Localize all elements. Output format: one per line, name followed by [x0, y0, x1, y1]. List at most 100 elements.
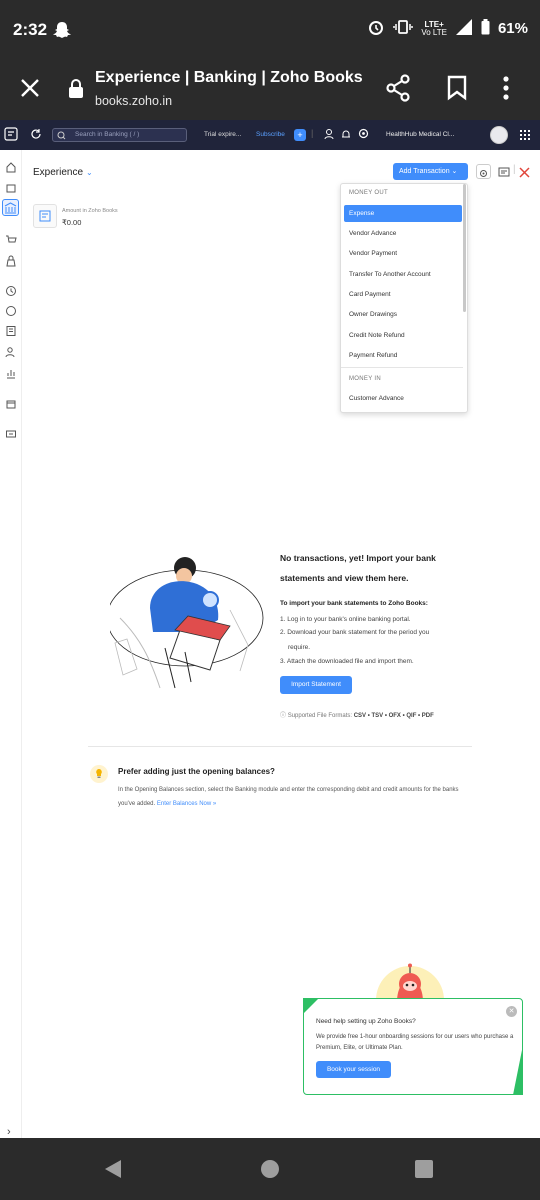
menu-item-transfer[interactable]: Transfer To Another Account — [344, 266, 462, 283]
section-divider — [88, 746, 472, 747]
dropdown-divider — [341, 367, 463, 368]
header-divider: | — [513, 164, 516, 175]
account-title-text: Experience — [33, 167, 84, 178]
empty-heading-line1: No transactions, yet! Import your bank — [280, 553, 436, 563]
organization-switcher[interactable]: HealthHub Medical Cl... — [386, 131, 454, 138]
more-menu-icon[interactable] — [502, 75, 510, 106]
subscribe-link[interactable]: Subscribe — [256, 131, 285, 138]
trial-status: Trial expire... — [204, 131, 242, 138]
import-step-1: 1. Log in to your bank's online banking … — [280, 616, 411, 623]
menu-item-credit-note-refund[interactable]: Credit Note Refund — [344, 327, 462, 344]
onboarding-help-card: ✕ Need help setting up Zoho Books? We pr… — [303, 998, 523, 1095]
help-question: Need help setting up Zoho Books? — [316, 1018, 416, 1025]
sidebar-banking-icon[interactable] — [2, 199, 19, 216]
menu-item-expense[interactable]: Expense — [344, 205, 462, 222]
formats-list: CSV • TSV • OFX • QIF • PDF — [353, 713, 434, 719]
lock-icon — [68, 79, 84, 104]
menu-item-owner-drawings[interactable]: Owner Drawings — [344, 306, 462, 323]
sidebar-integrations-icon[interactable] — [5, 427, 17, 439]
sidebar: › — [0, 150, 22, 1138]
settings-icon[interactable] — [358, 128, 369, 141]
info-icon: ⓘ — [280, 713, 287, 719]
add-transaction-dropdown: MONEY OUT Expense Vendor Advance Vendor … — [340, 183, 468, 413]
android-nav-bar — [0, 1138, 540, 1200]
menu-item-customer-advance[interactable]: Customer Advance — [344, 390, 462, 407]
sidebar-accountant-icon[interactable] — [5, 345, 17, 358]
menu-item-vendor-payment[interactable]: Vendor Payment — [344, 245, 462, 262]
import-step-2-cont: require. — [288, 644, 311, 651]
add-transaction-label: Add Transaction — [399, 168, 450, 175]
sidebar-time-icon[interactable] — [5, 284, 17, 296]
add-transaction-button[interactable]: Add Transaction ⌄ — [393, 163, 468, 180]
alarm-icon — [367, 18, 385, 39]
recents-icon[interactable] — [415, 1160, 433, 1183]
sidebar-eway-icon[interactable] — [5, 304, 17, 316]
import-step-3: 3. Attach the downloaded file and import… — [280, 658, 414, 665]
bank-icon — [33, 204, 57, 228]
battery-percent: 61% — [497, 20, 528, 37]
search-input[interactable]: Search in Banking ( / ) — [52, 128, 187, 142]
import-icon[interactable] — [498, 165, 510, 183]
money-out-header: MONEY OUT — [349, 190, 388, 196]
menu-item-vendor-advance[interactable]: Vendor Advance — [344, 225, 462, 242]
bell-icon[interactable] — [341, 128, 351, 142]
import-instructions-heading: To import your bank statements to Zoho B… — [280, 600, 428, 607]
menu-item-payment-refund[interactable]: Payment Refund — [344, 347, 462, 364]
empty-state: No transactions, yet! Import your bank s… — [280, 548, 480, 719]
account-settings-icon[interactable] — [476, 164, 491, 179]
page-title: Experience | Banking | Zoho Books — [95, 69, 363, 86]
import-step-2: 2. Download your bank statement for the … — [280, 629, 430, 636]
sidebar-reports-icon[interactable] — [5, 366, 17, 379]
apps-grid-icon[interactable] — [520, 130, 530, 142]
books-logo-icon[interactable] — [4, 127, 18, 143]
menu-item-card-payment[interactable]: Card Payment — [344, 286, 462, 303]
empty-state-illustration — [106, 548, 275, 698]
snapchat-icon — [52, 20, 72, 45]
share-icon[interactable] — [385, 74, 411, 107]
bookmark-icon[interactable] — [446, 75, 468, 106]
people-icon[interactable] — [324, 128, 334, 142]
nav-divider: | — [311, 128, 314, 138]
formats-label: Supported File Formats: — [287, 713, 353, 719]
search-placeholder: Search in Banking ( / ) — [75, 131, 140, 138]
opening-balance-heading: Prefer adding just the opening balances? — [118, 767, 275, 776]
quick-create-button[interactable]: + — [294, 129, 306, 141]
sidebar-items-icon[interactable] — [5, 181, 17, 193]
browser-toolbar: Experience | Banking | Zoho Books books.… — [0, 62, 540, 120]
amount-value: ₹0.00 — [62, 218, 82, 227]
sidebar-documents-icon[interactable] — [5, 397, 17, 409]
search-icon — [57, 131, 67, 142]
sidebar-home-icon[interactable] — [5, 160, 17, 173]
close-icon[interactable] — [519, 165, 530, 183]
page-url[interactable]: books.zoho.in — [95, 94, 172, 108]
import-statement-button[interactable]: Import Statement — [280, 676, 352, 694]
signal-icon — [455, 18, 473, 39]
help-text: We provide free 1-hour onboarding sessio… — [316, 1034, 514, 1051]
refresh-icon[interactable] — [30, 128, 42, 142]
battery-icon — [481, 19, 490, 38]
enter-balances-link[interactable]: Enter Balances Now » — [157, 801, 216, 807]
home-icon[interactable] — [260, 1159, 280, 1184]
back-icon[interactable] — [103, 1159, 123, 1184]
card-corner-top-left — [303, 998, 319, 1014]
network-type: LTE+ Vo LTE — [421, 20, 447, 37]
sidebar-gst-icon[interactable] — [5, 324, 17, 336]
app-top-nav: Search in Banking ( / ) Trial expire... … — [0, 120, 540, 150]
sidebar-expand-icon[interactable]: › — [7, 1126, 11, 1138]
sidebar-sales-icon[interactable] — [5, 233, 17, 245]
account-title[interactable]: Experience ⌄ — [33, 167, 93, 178]
chevron-down-icon: ⌄ — [86, 168, 93, 177]
status-time: 2:32 — [13, 20, 48, 39]
sidebar-purchases-icon[interactable] — [5, 254, 17, 267]
status-icons: LTE+ Vo LTE 61% — [367, 18, 528, 39]
close-tab-icon[interactable] — [18, 76, 42, 105]
help-close-icon[interactable]: ✕ — [506, 1006, 517, 1017]
dropdown-scrollbar[interactable] — [463, 184, 466, 312]
amount-label: Amount in Zoho Books — [62, 208, 118, 214]
money-in-header: MONEY IN — [349, 376, 381, 382]
avatar[interactable] — [490, 126, 508, 144]
supported-formats: ⓘ Supported File Formats: CSV • TSV • OF… — [280, 710, 434, 719]
opening-balance-text: In the Opening Balances section, select … — [118, 783, 468, 811]
lightbulb-icon — [90, 765, 108, 783]
book-session-button[interactable]: Book your session — [316, 1061, 391, 1078]
